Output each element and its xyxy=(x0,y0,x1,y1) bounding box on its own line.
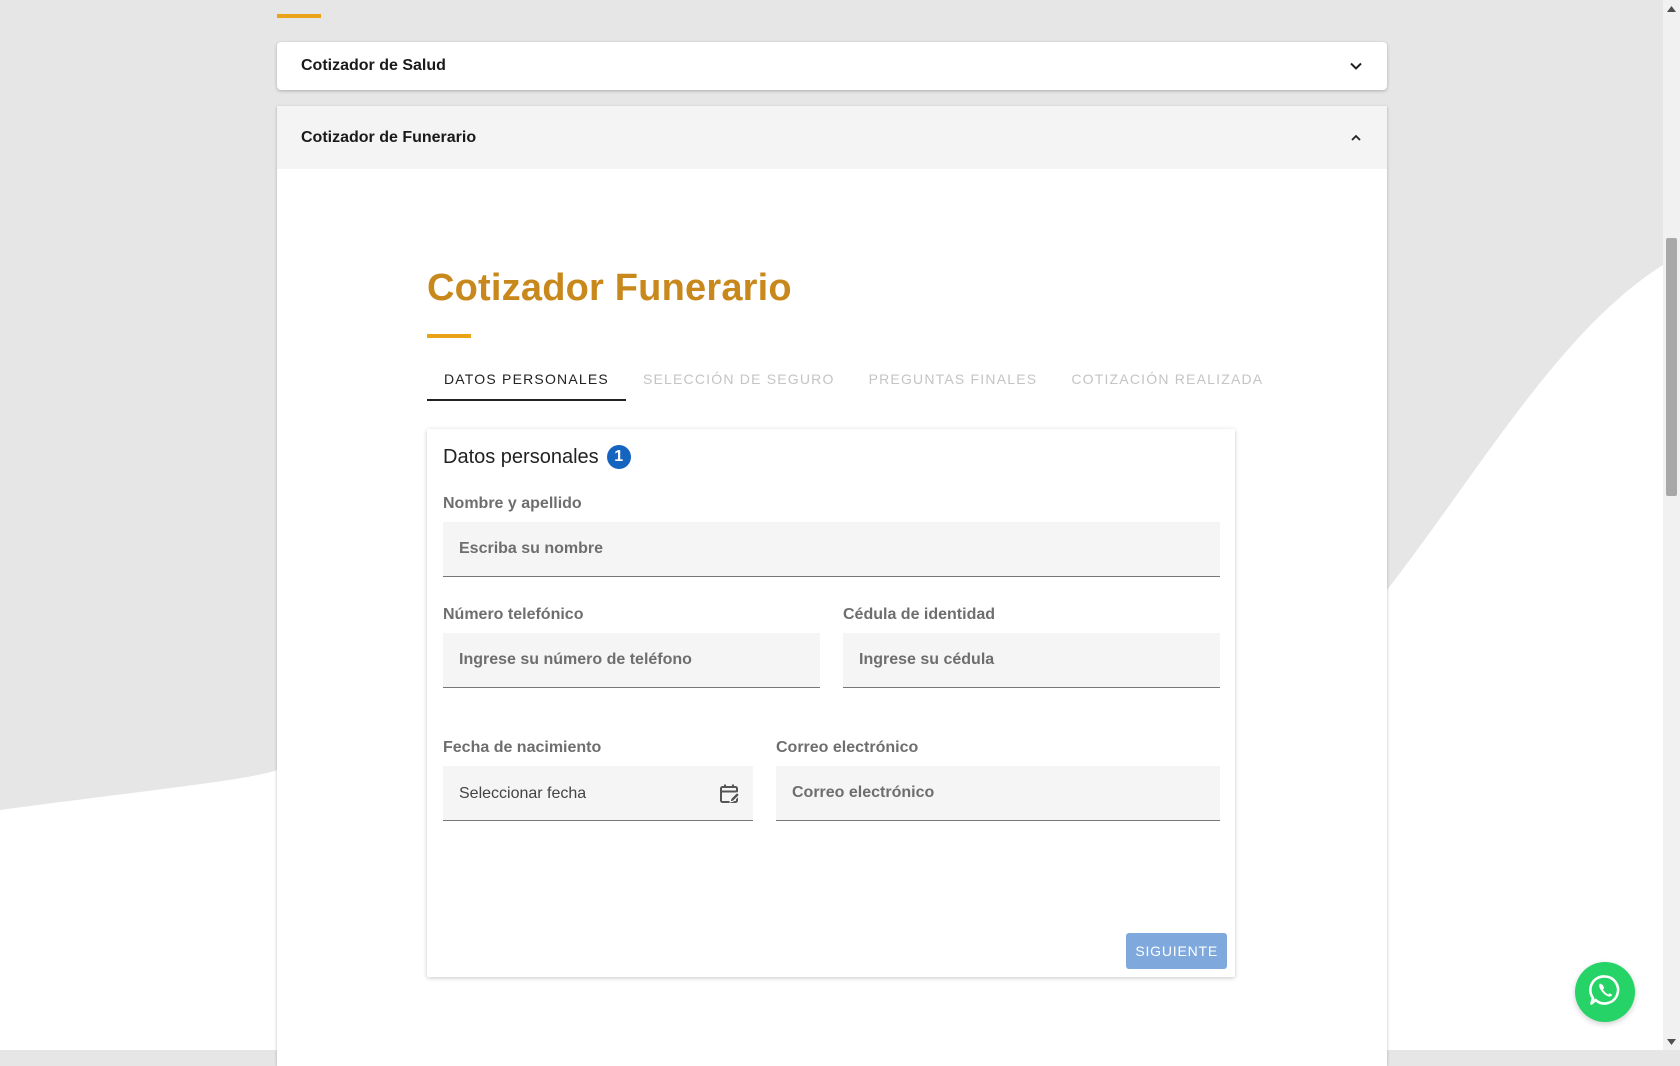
card-title-text: Datos personales xyxy=(443,445,599,468)
chevron-down-icon[interactable] xyxy=(1349,59,1363,73)
accordion-panel-funerario: Cotizador de Funerario Cotizador Funerar… xyxy=(277,106,1387,1066)
tab-cotizacion-realizada[interactable]: Cotización realizada xyxy=(1054,359,1280,399)
name-field[interactable] xyxy=(443,522,1220,577)
tab-seleccion-de-seguro[interactable]: Selección de seguro xyxy=(626,359,852,399)
accordion-header-funerario[interactable]: Cotizador de Funerario xyxy=(277,106,1387,169)
stepper-tabs: Datos personales Selección de seguro Pre… xyxy=(427,359,1280,401)
phone-field[interactable] xyxy=(443,633,820,688)
birthdate-label: Fecha de nacimiento xyxy=(443,739,602,756)
id-card-field[interactable] xyxy=(843,633,1220,688)
scroll-up-arrow-icon[interactable] xyxy=(1666,3,1677,14)
top-accent-bar xyxy=(277,14,321,18)
phone-label: Número telefónico xyxy=(443,606,584,623)
tab-datos-personales[interactable]: Datos personales xyxy=(427,359,626,401)
name-label: Nombre y apellido xyxy=(443,495,582,512)
step-number-badge: 1 xyxy=(606,445,631,469)
calendar-edit-icon[interactable] xyxy=(719,783,741,805)
email-input[interactable] xyxy=(776,766,1220,820)
birthdate-field[interactable]: Seleccionar fecha xyxy=(443,766,753,821)
id-card-input[interactable] xyxy=(843,633,1220,687)
whatsapp-chat-button[interactable] xyxy=(1575,962,1635,1022)
accordion-title-funerario: Cotizador de Funerario xyxy=(301,128,477,146)
birthdate-value: Seleccionar fecha xyxy=(459,785,587,802)
page-title: Cotizador Funerario xyxy=(427,267,792,309)
email-label: Correo electrónico xyxy=(776,739,919,756)
personal-data-card: Datos personales 1 Nombre y apellido Núm… xyxy=(427,429,1235,977)
accordion-header-salud[interactable]: Cotizador de Salud xyxy=(277,42,1387,90)
accordion-panel-salud[interactable]: Cotizador de Salud xyxy=(277,42,1387,90)
title-accent-bar xyxy=(427,334,471,338)
accordion-title-salud: Cotizador de Salud xyxy=(301,57,446,74)
id-card-label: Cédula de identidad xyxy=(843,606,996,623)
next-button[interactable]: Siguiente xyxy=(1126,933,1227,969)
chevron-up-icon[interactable] xyxy=(1349,131,1363,145)
page-scrollbar[interactable] xyxy=(1663,0,1680,1050)
phone-input[interactable] xyxy=(443,633,820,687)
email-field[interactable] xyxy=(776,766,1220,821)
name-input[interactable] xyxy=(443,522,1220,576)
scroll-down-arrow-icon[interactable] xyxy=(1666,1036,1677,1047)
tab-preguntas-finales[interactable]: Preguntas finales xyxy=(852,359,1055,399)
whatsapp-icon xyxy=(1588,973,1622,1012)
card-title: Datos personales 1 xyxy=(443,445,631,469)
scrollbar-thumb[interactable] xyxy=(1666,238,1677,496)
